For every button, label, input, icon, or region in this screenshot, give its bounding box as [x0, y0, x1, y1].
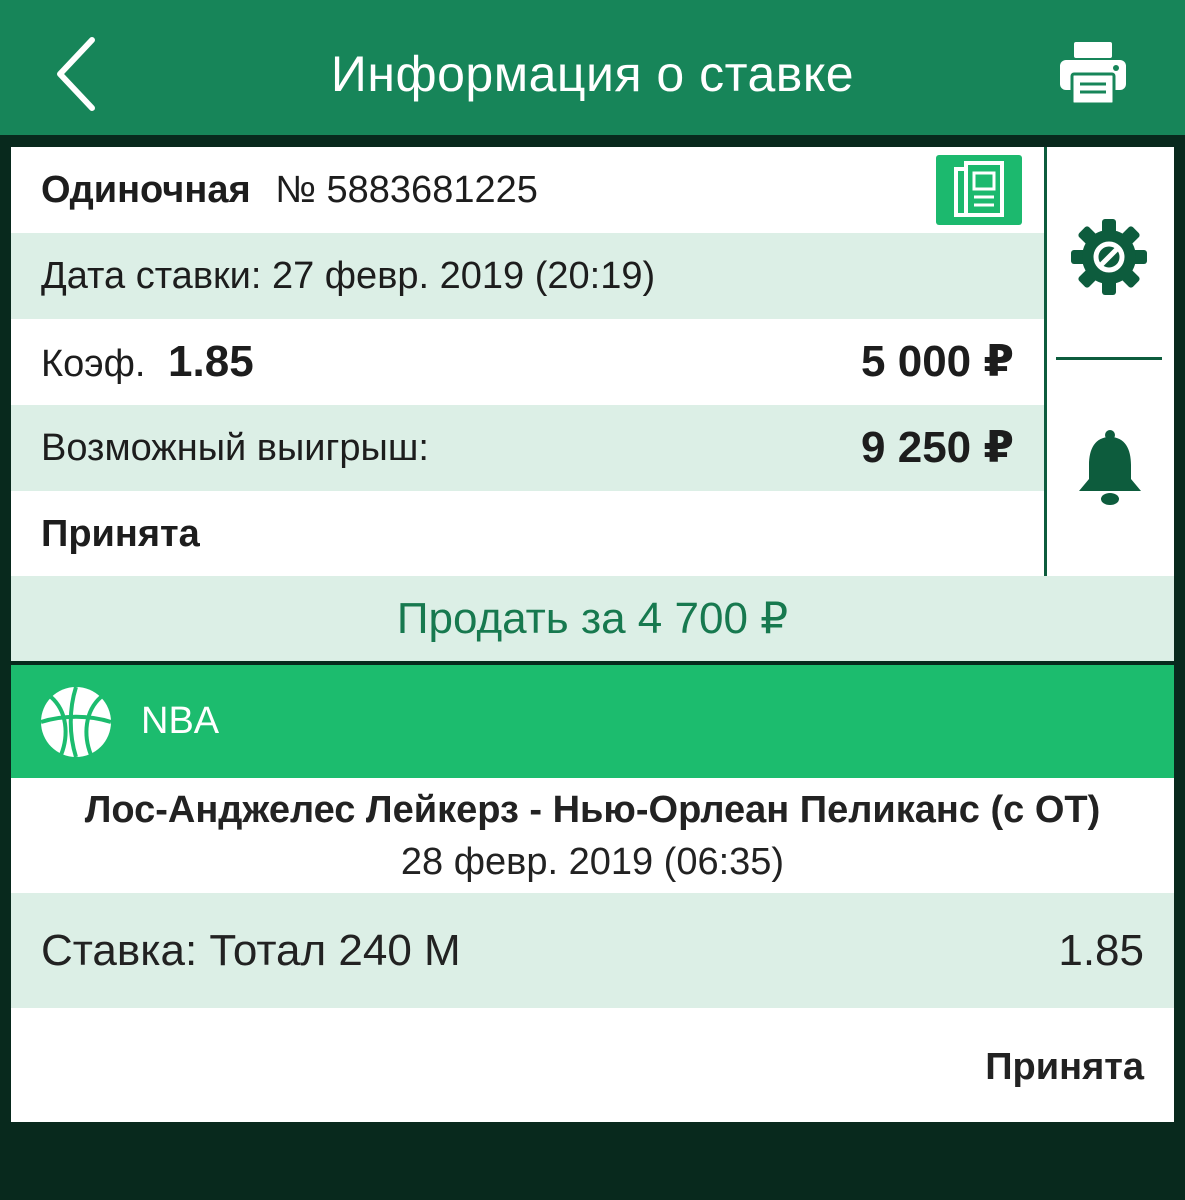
stake-amount: 5 000 ₽ — [861, 337, 1014, 386]
bet-date-row: Дата ставки: 27 февр. 2019 (20:19) — [11, 233, 1044, 319]
bet-type: Одиночная — [41, 169, 251, 211]
ticket-copy-icon — [954, 161, 1004, 217]
bet-date: Дата ставки: 27 февр. 2019 (20:19) — [41, 255, 656, 297]
coef-label: Коэф. — [41, 343, 146, 385]
side-divider — [1044, 147, 1047, 576]
settings-button[interactable] — [1069, 217, 1149, 297]
league-name: NBA — [141, 700, 220, 742]
gear-icon — [1071, 219, 1147, 295]
printer-icon — [1060, 42, 1126, 106]
bet-card: Одиночная № 5883681225 Дата ставки: 27 ф… — [11, 147, 1174, 576]
bell-icon — [1079, 430, 1141, 505]
pick-coef: 1.85 — [1058, 926, 1144, 975]
bet-number: № 5883681225 — [275, 169, 538, 211]
coef-stake-row: Коэф. 1.85 5 000 ₽ — [11, 319, 1044, 405]
sell-button[interactable]: Продать за 4 700 ₽ — [11, 576, 1174, 661]
pick-row: Ставка: Тотал 240 М 1.85 — [11, 893, 1174, 1008]
league-bar: NBA — [11, 665, 1174, 778]
match-datetime: 28 февр. 2019 (06:35) — [400, 841, 785, 883]
page-title: Информация о ставке — [330, 46, 855, 102]
app-header: Информация о ставке — [0, 0, 1185, 135]
possible-win-row: Возможный выигрыш: 9 250 ₽ — [11, 405, 1044, 491]
event-card: NBA Лос-Анджелес Лейкерз - Нью-Орлеан Пе… — [11, 665, 1174, 1122]
notification-button[interactable] — [1075, 427, 1145, 511]
bet-status-row: Принята — [11, 491, 1044, 577]
basketball-icon — [40, 686, 112, 758]
possible-win-amount: 9 250 ₽ — [861, 423, 1014, 472]
bet-status: Принята — [41, 513, 200, 555]
ticket-button[interactable] — [936, 155, 1022, 225]
pick-label: Ставка: Тотал 240 М — [41, 926, 461, 975]
side-separator — [1056, 357, 1162, 360]
event-status: Принята — [985, 1046, 1144, 1088]
print-button[interactable] — [1058, 40, 1128, 106]
match-title: Лос-Анджелес Лейкерз - Нью-Орлеан Пелика… — [84, 789, 1101, 831]
possible-win-label: Возможный выигрыш: — [41, 427, 429, 469]
bet-header-row: Одиночная № 5883681225 — [11, 147, 1044, 233]
coef-value: 1.85 — [168, 337, 254, 386]
